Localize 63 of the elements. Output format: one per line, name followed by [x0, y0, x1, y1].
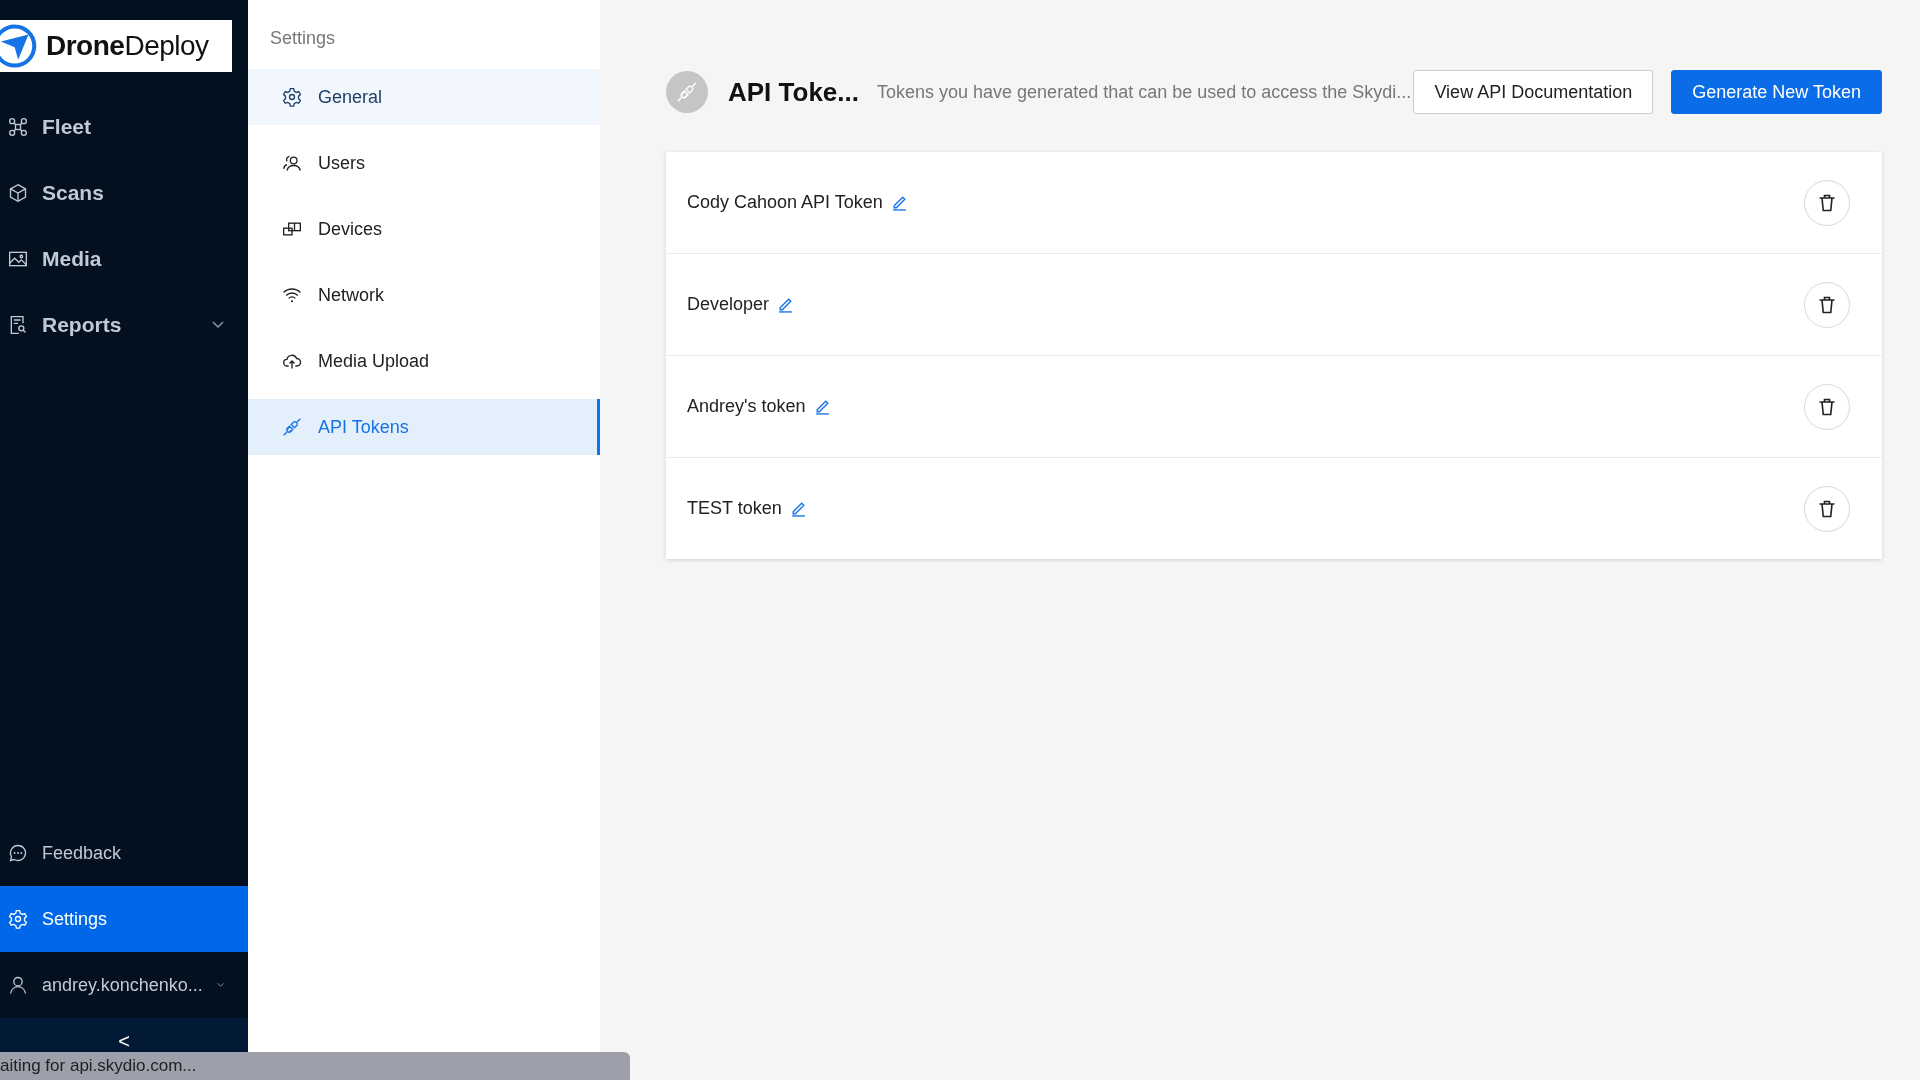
- logo-text: DroneDeploy: [46, 30, 209, 62]
- wifi-icon: [282, 285, 302, 305]
- settings-menu-title: Settings: [269, 27, 337, 50]
- logo[interactable]: DroneDeploy: [0, 20, 232, 72]
- settings-menu-label: API Tokens: [318, 416, 409, 438]
- trash-icon: [1817, 192, 1837, 213]
- nav-label: Scans: [42, 181, 105, 205]
- settings-menu-label: Media Upload: [318, 350, 430, 372]
- nav-item[interactable]: Media: [0, 226, 248, 292]
- cube-icon: [8, 183, 28, 203]
- user-icon: [8, 975, 28, 995]
- token-name: Andrey's token: [687, 396, 806, 417]
- generate-token-button[interactable]: Generate New Token: [1671, 70, 1882, 114]
- settings-menu-label: Users: [318, 152, 365, 174]
- nav-label: Media: [42, 247, 103, 271]
- report-icon: [8, 315, 28, 335]
- edit-icon[interactable]: [813, 398, 831, 415]
- browser-status-bar: aiting for api.skydio.com...: [0, 1052, 630, 1080]
- settings-menu-label: General: [318, 86, 383, 108]
- nav-label: Settings: [42, 908, 109, 930]
- settings-menu-label: Network: [318, 284, 384, 306]
- image-icon: [8, 249, 28, 269]
- delete-button[interactable]: [1804, 281, 1850, 328]
- nav-item[interactable]: Scans: [0, 160, 248, 226]
- settings-icon: [282, 87, 302, 107]
- documentation-button[interactable]: View API Documentation: [1413, 70, 1654, 114]
- nav-item[interactable]: Reports: [0, 292, 248, 358]
- settings-menu-item[interactable]: Users: [248, 135, 600, 191]
- nav-label: Fleet: [42, 115, 92, 139]
- trash-icon: [1817, 396, 1837, 417]
- trash-icon: [1817, 498, 1837, 519]
- settings-menu-item[interactable]: Network: [248, 267, 600, 323]
- page-title: API Toke...: [728, 76, 859, 108]
- delete-button[interactable]: [1804, 485, 1850, 532]
- nav-item[interactable]: Settings: [0, 886, 248, 952]
- trash-icon: [1817, 294, 1837, 315]
- collapse-button[interactable]: <: [112, 1018, 136, 1053]
- settings-menu-item[interactable]: Media Upload: [248, 333, 600, 389]
- edit-icon[interactable]: [777, 296, 795, 313]
- settings-menu-item[interactable]: Devices: [248, 201, 600, 257]
- edit-icon[interactable]: [890, 194, 908, 211]
- token-name: TEST token: [687, 498, 782, 519]
- page-description: Tokens you have generated that can be used to access the Skydi...: [877, 81, 1413, 103]
- settings-icon: [8, 909, 28, 929]
- delete-button[interactable]: [1804, 179, 1850, 226]
- nav-label: andrey.konchenko...: [42, 974, 203, 996]
- nav-item[interactable]: Fleet: [0, 94, 248, 160]
- token-name: Developer: [687, 294, 770, 315]
- settings-menu-label: Devices: [318, 218, 383, 240]
- edit-icon[interactable]: [789, 500, 807, 517]
- users-icon: [282, 153, 302, 173]
- nav-label: Reports: [42, 313, 123, 337]
- settings-menu-item[interactable]: General: [248, 69, 600, 125]
- drone-icon: [8, 117, 28, 137]
- nav-item[interactable]: andrey.konchenko...: [0, 952, 248, 1018]
- plug-icon: [676, 81, 698, 103]
- nav-item[interactable]: Feedback: [0, 820, 248, 886]
- delete-button[interactable]: [1804, 383, 1850, 430]
- plug-icon: [282, 417, 302, 437]
- token-name: Cody Cahoon API Token: [687, 192, 883, 213]
- chat-icon: [8, 843, 28, 863]
- nav-label: Feedback: [42, 842, 123, 864]
- settings-menu-item[interactable]: API Tokens: [248, 399, 600, 455]
